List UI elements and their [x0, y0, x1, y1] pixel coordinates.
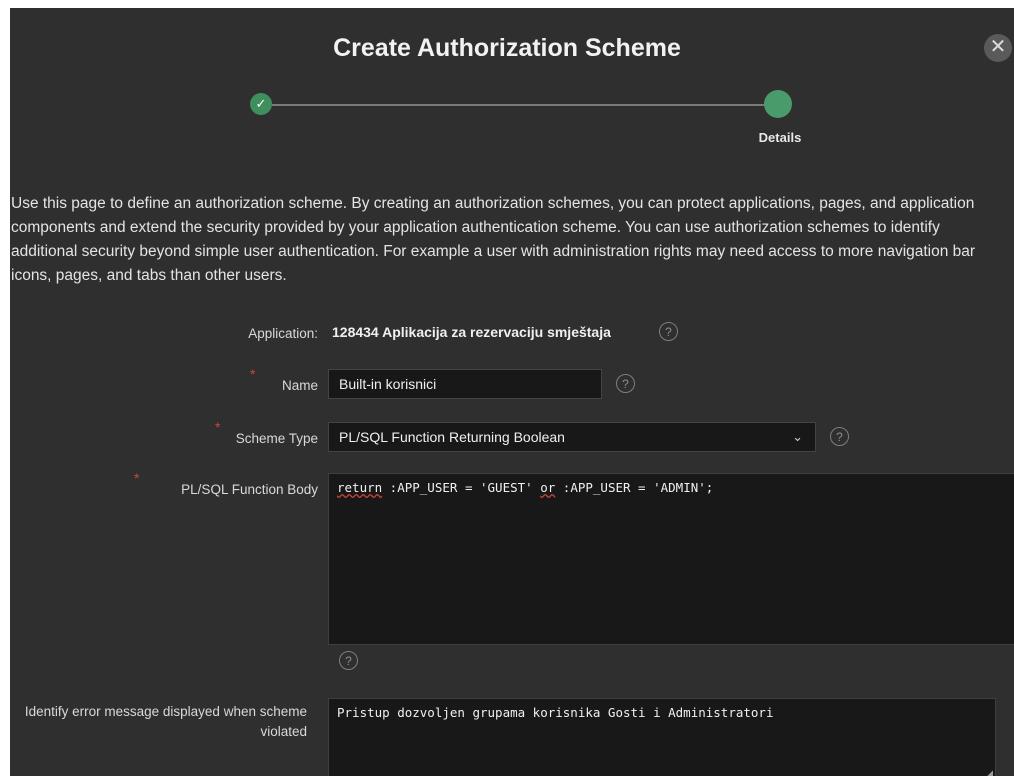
- help-icon[interactable]: ?: [830, 427, 849, 446]
- required-icon: *: [215, 419, 221, 435]
- help-icon[interactable]: ?: [659, 322, 678, 341]
- code-text: :APP_USER = 'GUEST': [382, 480, 541, 495]
- chevron-down-icon: ⌄: [792, 429, 803, 444]
- resize-handle-icon[interactable]: ◢: [987, 768, 993, 776]
- name-label: Name: [281, 378, 318, 393]
- required-icon: *: [134, 470, 140, 486]
- intro-text: Use this page to define an authorization…: [11, 195, 976, 284]
- application-value: 128434 Aplikacija za rezervaciju smješta…: [332, 324, 611, 340]
- application-label: Application:: [248, 326, 318, 341]
- code-keyword-return: return: [337, 480, 383, 495]
- error-message-label: Identify error message displayed when sc…: [24, 704, 307, 739]
- create-authorization-scheme-dialog: Create Authorization Scheme ✕ ✓ Details …: [10, 8, 1014, 776]
- scheme-type-label: Scheme Type: [235, 431, 318, 446]
- required-icon: *: [250, 366, 256, 382]
- wizard-step-label: Details: [758, 130, 802, 145]
- name-input[interactable]: Built-in korisnici: [328, 369, 602, 399]
- scheme-type-value: PL/SQL Function Returning Boolean: [339, 429, 565, 445]
- help-icon[interactable]: ?: [339, 651, 358, 670]
- error-message-value: Pristup dozvoljen grupama korisnika Gost…: [337, 705, 774, 720]
- dialog-title: Create Authorization Scheme: [333, 34, 681, 62]
- code-text: :APP_USER = 'ADMIN';: [555, 480, 714, 495]
- wizard-progress-line: [272, 104, 778, 106]
- wizard-step-completed-check-icon[interactable]: ✓: [250, 93, 272, 115]
- error-message-textarea[interactable]: Pristup dozvoljen grupama korisnika Gost…: [328, 698, 996, 776]
- code-keyword-or: or: [540, 480, 556, 495]
- wizard-step-current: [764, 90, 792, 118]
- plsql-code-editor[interactable]: return :APP_USER = 'GUEST' or :APP_USER …: [328, 473, 1014, 645]
- scheme-type-select[interactable]: PL/SQL Function Returning Boolean ⌄: [328, 422, 816, 452]
- close-icon[interactable]: ✕: [984, 34, 1012, 62]
- help-icon[interactable]: ?: [616, 374, 635, 393]
- plsql-body-label: PL/SQL Function Body: [181, 482, 318, 497]
